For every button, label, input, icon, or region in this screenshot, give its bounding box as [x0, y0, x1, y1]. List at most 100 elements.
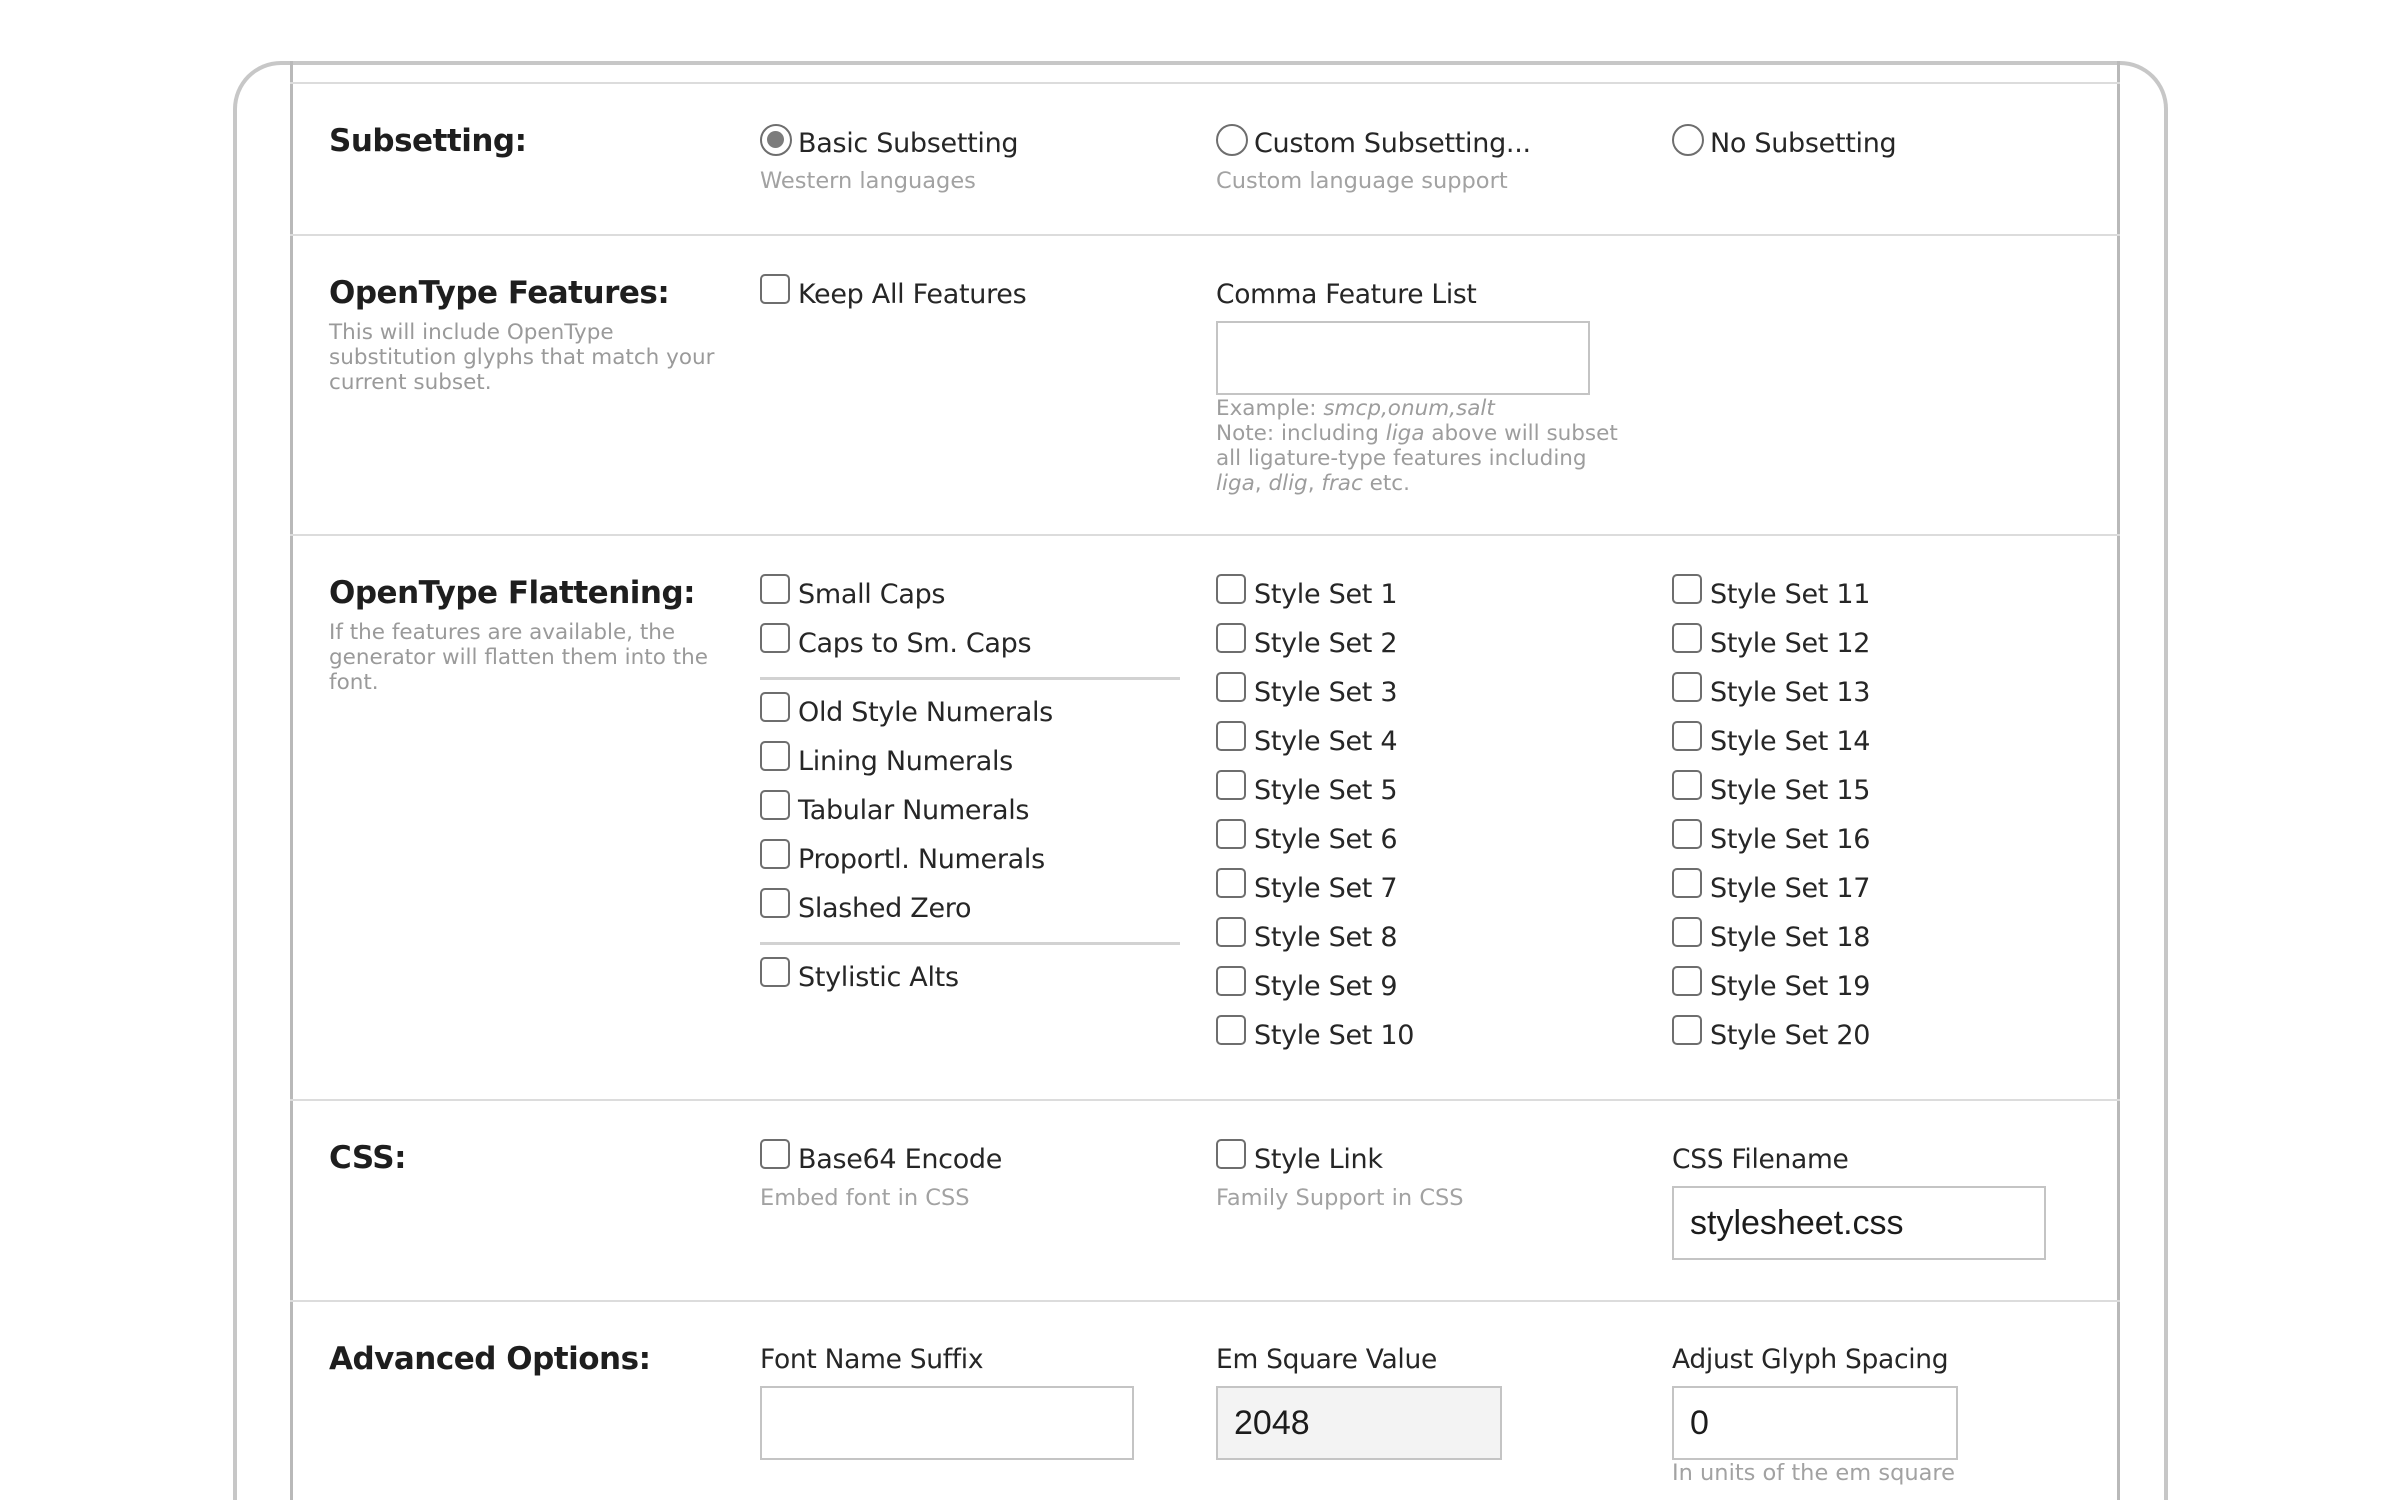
- style-set-3-label[interactable]: Style Set 3: [1254, 677, 1398, 708]
- slashed-zero-label[interactable]: Slashed Zero: [798, 893, 972, 924]
- note-liga-2: liga: [1216, 471, 1255, 496]
- style-set-17-checkbox[interactable]: [1672, 868, 1702, 898]
- style-set-5-label[interactable]: Style Set 5: [1254, 775, 1398, 806]
- example-prefix: Example:: [1216, 396, 1324, 421]
- base64-encode-checkbox[interactable]: [760, 1139, 790, 1169]
- style-set-1-label[interactable]: Style Set 1: [1254, 579, 1398, 610]
- style-set-13-label[interactable]: Style Set 13: [1710, 677, 1870, 708]
- style-set-20-checkbox[interactable]: [1672, 1015, 1702, 1045]
- section-divider: [290, 82, 2120, 84]
- tabular-numerals-label[interactable]: Tabular Numerals: [798, 795, 1029, 826]
- custom-subsetting-sub: Custom language support: [1216, 168, 1508, 194]
- style-set-12-label[interactable]: Style Set 12: [1710, 628, 1870, 659]
- font-name-suffix-input[interactable]: [760, 1386, 1134, 1460]
- style-set-5-checkbox[interactable]: [1216, 770, 1246, 800]
- font-name-suffix-label: Font Name Suffix: [760, 1344, 984, 1375]
- old-style-numerals-checkbox[interactable]: [760, 692, 790, 722]
- basic-subsetting-radio[interactable]: [760, 124, 792, 156]
- note-text-1: Note: including: [1216, 421, 1386, 446]
- basic-subsetting-label[interactable]: Basic Subsetting: [798, 128, 1019, 159]
- style-set-2-checkbox[interactable]: [1216, 623, 1246, 653]
- style-link-sub: Family Support in CSS: [1216, 1185, 1464, 1211]
- stylistic-alts-label[interactable]: Stylistic Alts: [798, 962, 959, 993]
- small-caps-label[interactable]: Small Caps: [798, 579, 945, 610]
- style-set-8-checkbox[interactable]: [1216, 917, 1246, 947]
- section-divider: [290, 534, 2120, 536]
- style-set-2-label[interactable]: Style Set 2: [1254, 628, 1398, 659]
- style-set-4-label[interactable]: Style Set 4: [1254, 726, 1398, 757]
- style-link-checkbox[interactable]: [1216, 1139, 1246, 1169]
- comma-feature-list-input[interactable]: [1216, 321, 1590, 395]
- style-set-9-checkbox[interactable]: [1216, 966, 1246, 996]
- style-set-12-checkbox[interactable]: [1672, 623, 1702, 653]
- note-end: etc.: [1362, 471, 1410, 496]
- style-set-10-checkbox[interactable]: [1216, 1015, 1246, 1045]
- note-frac: frac: [1321, 471, 1363, 496]
- style-set-7-checkbox[interactable]: [1216, 868, 1246, 898]
- style-set-18-checkbox[interactable]: [1672, 917, 1702, 947]
- note-liga: liga: [1385, 421, 1425, 446]
- style-set-18-label[interactable]: Style Set 18: [1710, 922, 1870, 953]
- style-set-17-label[interactable]: Style Set 17: [1710, 873, 1870, 904]
- style-set-16-label[interactable]: Style Set 16: [1710, 824, 1870, 855]
- style-link-label[interactable]: Style Link: [1254, 1144, 1383, 1175]
- advanced-options-heading: Advanced Options:: [329, 1341, 651, 1377]
- example-value: smcp,onum,salt: [1323, 396, 1495, 421]
- style-set-11-label[interactable]: Style Set 11: [1710, 579, 1870, 610]
- note-sep-2: ,: [1307, 471, 1322, 496]
- style-set-9-label[interactable]: Style Set 9: [1254, 971, 1398, 1002]
- proportional-numerals-label[interactable]: Proportl. Numerals: [798, 844, 1045, 875]
- style-set-11-checkbox[interactable]: [1672, 574, 1702, 604]
- small-caps-checkbox[interactable]: [760, 574, 790, 604]
- caps-to-small-caps-label[interactable]: Caps to Sm. Caps: [798, 628, 1032, 659]
- style-set-10-label[interactable]: Style Set 10: [1254, 1020, 1414, 1051]
- style-set-15-label[interactable]: Style Set 15: [1710, 775, 1870, 806]
- no-subsetting-label[interactable]: No Subsetting: [1710, 128, 1897, 159]
- style-set-16-checkbox[interactable]: [1672, 819, 1702, 849]
- style-set-19-checkbox[interactable]: [1672, 966, 1702, 996]
- note-dlig: dlig: [1268, 471, 1308, 496]
- custom-subsetting-radio[interactable]: [1216, 124, 1248, 156]
- style-set-14-checkbox[interactable]: [1672, 721, 1702, 751]
- custom-subsetting-label[interactable]: Custom Subsetting...: [1254, 128, 1531, 159]
- style-set-13-checkbox[interactable]: [1672, 672, 1702, 702]
- style-set-14-label[interactable]: Style Set 14: [1710, 726, 1870, 757]
- style-set-1-checkbox[interactable]: [1216, 574, 1246, 604]
- style-set-3-checkbox[interactable]: [1216, 672, 1246, 702]
- style-set-4-checkbox[interactable]: [1216, 721, 1246, 751]
- style-set-6-label[interactable]: Style Set 6: [1254, 824, 1398, 855]
- group-divider: [760, 942, 1180, 945]
- section-divider: [290, 1099, 2120, 1101]
- stylistic-alts-checkbox[interactable]: [760, 957, 790, 987]
- no-subsetting-radio[interactable]: [1672, 124, 1704, 156]
- css-filename-label: CSS Filename: [1672, 1144, 1849, 1175]
- tabular-numerals-checkbox[interactable]: [760, 790, 790, 820]
- style-set-6-checkbox[interactable]: [1216, 819, 1246, 849]
- style-set-8-label[interactable]: Style Set 8: [1254, 922, 1398, 953]
- proportional-numerals-checkbox[interactable]: [760, 839, 790, 869]
- comma-feature-list-label: Comma Feature List: [1216, 279, 1477, 310]
- style-set-20-label[interactable]: Style Set 20: [1710, 1020, 1870, 1051]
- opentype-features-heading: OpenType Features:: [329, 275, 670, 311]
- style-set-7-label[interactable]: Style Set 7: [1254, 873, 1398, 904]
- caps-to-small-caps-checkbox[interactable]: [760, 623, 790, 653]
- basic-subsetting-sub: Western languages: [760, 168, 976, 194]
- css-heading: CSS:: [329, 1140, 406, 1176]
- section-divider: [290, 234, 2120, 236]
- opentype-flattening-heading: OpenType Flattening:: [329, 575, 696, 611]
- style-set-19-label[interactable]: Style Set 19: [1710, 971, 1870, 1002]
- adjust-glyph-spacing-input[interactable]: [1672, 1386, 1958, 1460]
- css-filename-input[interactable]: [1672, 1186, 2046, 1260]
- em-square-value-input[interactable]: [1216, 1386, 1502, 1460]
- old-style-numerals-label[interactable]: Old Style Numerals: [798, 697, 1053, 728]
- lining-numerals-checkbox[interactable]: [760, 741, 790, 771]
- base64-encode-label[interactable]: Base64 Encode: [798, 1144, 1002, 1175]
- style-set-15-checkbox[interactable]: [1672, 770, 1702, 800]
- adjust-glyph-spacing-sub: In units of the em square: [1672, 1460, 1955, 1486]
- lining-numerals-label[interactable]: Lining Numerals: [798, 746, 1013, 777]
- base64-encode-sub: Embed font in CSS: [760, 1185, 970, 1211]
- keep-all-features-checkbox[interactable]: [760, 274, 790, 304]
- note-sep-1: ,: [1254, 471, 1269, 496]
- keep-all-features-label[interactable]: Keep All Features: [798, 279, 1027, 310]
- slashed-zero-checkbox[interactable]: [760, 888, 790, 918]
